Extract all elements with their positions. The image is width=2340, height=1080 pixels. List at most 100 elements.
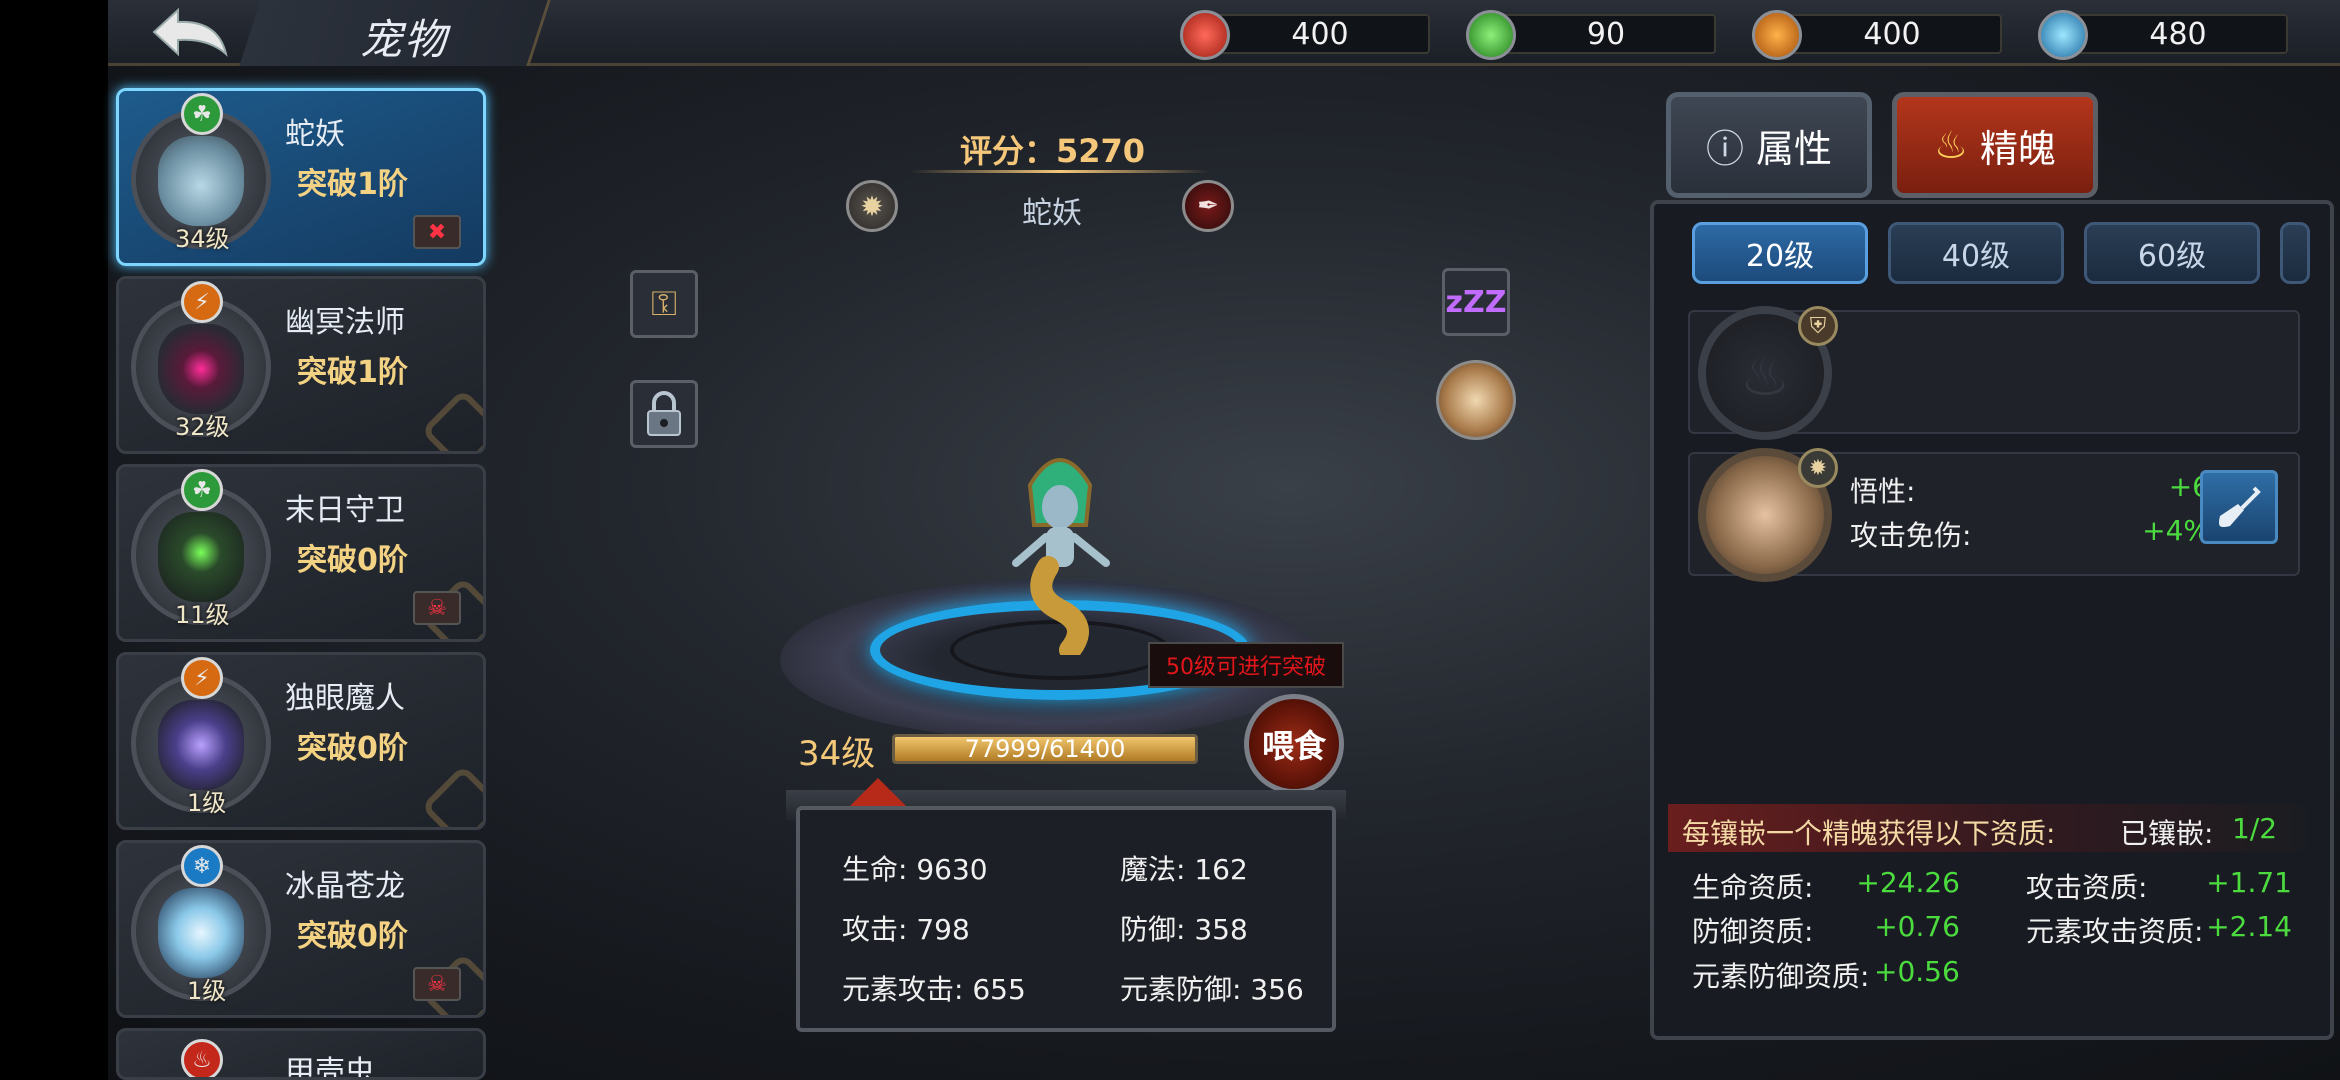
stat-atk: 攻击: 798 <box>842 913 970 946</box>
stat-element-def: 元素防御: 356 <box>1120 973 1304 1006</box>
wood-element-icon: ☘ <box>181 93 223 135</box>
apt-atk-label: 攻击资质: <box>2026 871 2148 904</box>
stat-hp: 生命: 9630 <box>842 853 988 886</box>
pet-break-stage: 突破0阶 <box>297 543 408 578</box>
demon-tag-icon: ☠ <box>413 591 461 625</box>
star-badge-icon: ✹ <box>1798 448 1838 488</box>
apt-atk-value: +1.71 <box>2206 866 2292 899</box>
sleep-zzz-icon: zZZ <box>1445 284 1507 320</box>
apt-def-value: +0.76 <box>1874 910 1960 943</box>
shovel-icon <box>2219 486 2261 527</box>
pet-name: 独眼魔人 <box>285 681 405 716</box>
tab-level-40[interactable]: 40级 <box>1888 222 2064 284</box>
aptitude-bonus-title: 每镶嵌一个精魄获得以下资质: <box>1682 817 2056 850</box>
quill-glyph: ✒ <box>1197 191 1219 221</box>
orange-gem-icon <box>1752 10 1802 60</box>
tab-attributes[interactable]: ⓘ 属性 <box>1666 92 1872 198</box>
pet-level: 1级 <box>187 977 227 1005</box>
back-button[interactable] <box>140 2 240 62</box>
pet-name: 末日守卫 <box>285 493 405 528</box>
lock-icon <box>647 391 681 436</box>
demon-tag-icon: ☠ <box>413 967 461 1001</box>
pet-name: 冰晶苍龙 <box>285 869 405 904</box>
remove-soul-button[interactable] <box>2200 470 2278 544</box>
pet-name: 幽冥法师 <box>285 305 405 340</box>
pet-level: 32级 <box>175 413 230 441</box>
pet-break-stage: 突破0阶 <box>297 731 408 766</box>
tab-level-more[interactable] <box>2280 222 2310 284</box>
hero-avatar-button[interactable] <box>1436 360 1516 440</box>
pet-current-level: 34级 <box>798 734 876 774</box>
blue-gem-icon <box>2038 10 2088 60</box>
pet-card-3[interactable]: ☘ 11级 末日守卫 突破0阶 ☠ <box>116 464 486 642</box>
pet-face <box>158 512 244 602</box>
tab-attributes-label: 属性 <box>1756 126 1833 171</box>
pet-face <box>158 136 244 226</box>
apt-element-def-value: +0.56 <box>1874 955 1960 988</box>
fire-element-icon: ♨ <box>181 1039 223 1077</box>
exp-text: 77999/61400 <box>964 735 1126 763</box>
resource-green: 90 <box>1466 10 1721 60</box>
letterbox <box>0 0 108 1080</box>
tab-level-20[interactable]: 20级 <box>1692 222 1868 284</box>
snake-demon-model <box>1012 458 1110 655</box>
pet-break-stage: 突破0阶 <box>297 919 408 954</box>
score-divider <box>910 170 1210 173</box>
stat-mp: 魔法: 162 <box>1120 853 1248 886</box>
pet-display-name: 蛇妖 <box>1022 196 1082 231</box>
break-requirement-tip: 50级可进行突破 <box>1148 642 1344 688</box>
exp-bar: 77999/61400 <box>892 734 1198 764</box>
pet-level: 34级 <box>175 225 230 253</box>
feed-button[interactable]: 喂食 <box>1244 694 1344 794</box>
pet-level: 1级 <box>187 789 227 817</box>
red-gem-icon <box>1180 10 1230 60</box>
page-title: 宠物 <box>360 15 449 64</box>
pet-card-4[interactable]: ⚡ 1级 独眼魔人 突破0阶 <box>116 652 486 830</box>
lock-button[interactable] <box>630 380 698 448</box>
battle-tag-icon: ✖ <box>413 215 461 249</box>
tab-level-60[interactable]: 60级 <box>2084 222 2260 284</box>
pet-name: 甲壳虫 <box>285 1055 375 1080</box>
compass-glyph: ✹ <box>860 189 884 223</box>
soul-slot-1[interactable]: ♨ ⛨ <box>1688 306 2300 440</box>
pet-level: 11级 <box>175 601 230 629</box>
apt-element-atk-value: +2.14 <box>2206 910 2292 943</box>
soul-attr-2-label: 攻击免伤: <box>1850 519 1972 552</box>
apt-hp-label: 生命资质: <box>1692 871 1814 904</box>
pet-card-6[interactable]: ♨ 甲壳虫 <box>116 1028 486 1080</box>
shield-badge-icon: ⛨ <box>1798 306 1838 346</box>
green-gem-icon <box>1466 10 1516 60</box>
resource-value: 90 <box>1586 17 1626 52</box>
quill-icon[interactable]: ✒ <box>1182 180 1234 232</box>
info-icon: ⓘ <box>1705 126 1744 171</box>
lightning-element-icon: ⚡ <box>181 657 223 699</box>
inlay-count-label: 已镶嵌: <box>2120 817 2214 850</box>
back-arrow-icon <box>152 7 228 57</box>
apt-def-label: 防御资质: <box>1692 915 1814 948</box>
pet-face <box>158 888 244 978</box>
card-corner <box>420 764 483 827</box>
inlay-count-value: 1/2 <box>2232 812 2278 845</box>
pet-card-2[interactable]: ⚡ 32级 幽冥法师 突破1阶 <box>116 276 486 454</box>
sleep-button[interactable]: zZZ <box>1442 268 1510 336</box>
game-screen: 宠物 400 90 400 480 ☘ 34级 蛇妖 突破1阶 ✖ ⚡ 32级 … <box>0 0 2340 1080</box>
pet-break-stage: 突破1阶 <box>297 355 408 390</box>
resource-value: 400 <box>1291 17 1349 52</box>
flame-icon: ♨ <box>1933 123 1969 167</box>
resource-blue: 480 <box>2038 10 2293 60</box>
key-icon: ⚿ <box>651 284 677 324</box>
pet-name: 蛇妖 <box>285 117 345 152</box>
resource-red: 400 <box>1180 10 1435 60</box>
key-button[interactable]: ⚿ <box>630 270 698 338</box>
wood-element-icon: ☘ <box>181 469 223 511</box>
ice-element-icon: ❄ <box>181 845 223 887</box>
resource-value: 480 <box>2149 17 2207 52</box>
tab-spirit-soul[interactable]: ♨ 精魄 <box>1892 92 2098 198</box>
pet-card-1[interactable]: ☘ 34级 蛇妖 突破1阶 ✖ <box>116 88 486 266</box>
tab-spirit-soul-label: 精魄 <box>1980 126 2057 171</box>
star-compass-icon[interactable]: ✹ <box>846 180 898 232</box>
resource-orange: 400 <box>1752 10 2007 60</box>
pet-card-5[interactable]: ❄ 1级 冰晶苍龙 突破0阶 ☠ <box>116 840 486 1018</box>
apt-element-def-label: 元素防御资质: <box>1692 960 1870 993</box>
soul-attr-1-value: +6 <box>2168 470 2210 503</box>
